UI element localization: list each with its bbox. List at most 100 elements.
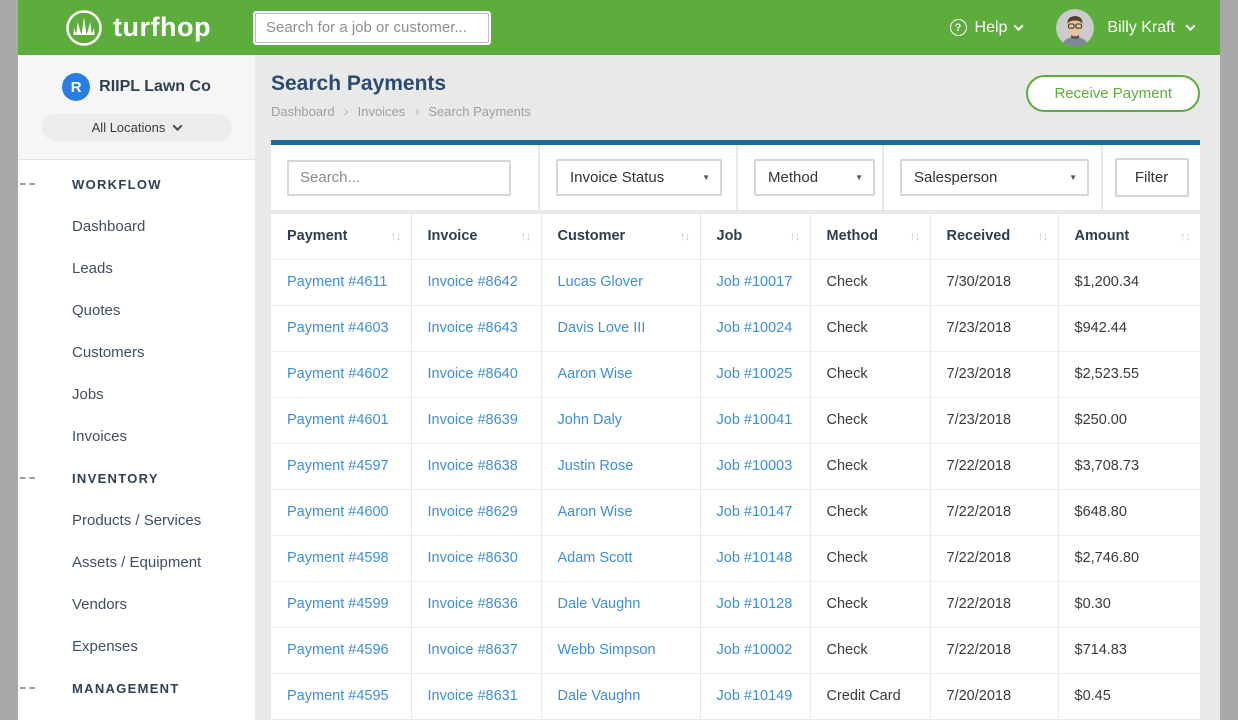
chevron-down-icon[interactable] — [1186, 21, 1196, 31]
customer-link[interactable]: Webb Simpson — [558, 642, 656, 658]
job-link[interactable]: Job #10128 — [717, 596, 793, 612]
column-header-invoice[interactable]: Invoice↑↓ — [411, 214, 541, 259]
table-row: Payment #4602 Invoice #8640 Aaron Wise Job … — [271, 351, 1200, 397]
sidebar-item-jobs[interactable]: Jobs — [18, 373, 255, 415]
job-link[interactable]: Job #10003 — [717, 458, 793, 474]
customer-link[interactable]: Adam Scott — [558, 550, 633, 566]
payment-link[interactable]: Payment #4595 — [287, 688, 389, 704]
table-cell: Check — [810, 259, 930, 305]
customer-link[interactable]: Aaron Wise — [558, 366, 633, 382]
job-link[interactable]: Job #10147 — [717, 504, 793, 520]
filter-button[interactable]: Filter — [1115, 158, 1189, 197]
table-row: Payment #4599 Invoice #8636 Dale Vaughn Job… — [271, 581, 1200, 627]
job-link[interactable]: Job #10025 — [717, 366, 793, 382]
sort-icon[interactable]: ↑↓ — [910, 229, 920, 243]
column-header-amount[interactable]: Amount↑↓ — [1058, 214, 1200, 259]
sort-icon[interactable]: ↑↓ — [790, 229, 800, 243]
help-menu[interactable]: ? Help — [950, 19, 1023, 37]
invoice-link[interactable]: Invoice #8638 — [428, 458, 518, 474]
payments-search-input[interactable] — [287, 160, 511, 196]
payment-link[interactable]: Payment #4599 — [287, 596, 389, 612]
sidebar-section-label: INVENTORY — [72, 471, 159, 486]
table-row: Payment #4597 Invoice #8638 Justin Rose Job… — [271, 443, 1200, 489]
table-cell: Aaron Wise — [541, 489, 700, 535]
sidebar-item-dashboard[interactable]: Dashboard — [18, 205, 255, 247]
sidebar-item-quotes[interactable]: Quotes — [18, 289, 255, 331]
sidebar-item-customers[interactable]: Customers — [18, 331, 255, 373]
customer-link[interactable]: Dale Vaughn — [558, 688, 641, 704]
column-header-inner: Payment↑↓ — [271, 228, 411, 244]
breadcrumb-item[interactable]: Invoices — [358, 104, 406, 119]
sort-icon[interactable]: ↑↓ — [1038, 229, 1048, 243]
invoice-link[interactable]: Invoice #8631 — [428, 688, 518, 704]
job-link[interactable]: Job #10002 — [717, 642, 793, 658]
user-avatar[interactable] — [1056, 9, 1094, 47]
column-header-inner: Job↑↓ — [701, 228, 810, 244]
customer-link[interactable]: Dale Vaughn — [558, 596, 641, 612]
table-cell: Payment #4599 — [271, 581, 411, 627]
customer-link[interactable]: Davis Love III — [558, 320, 646, 336]
sidebar-item-products-services[interactable]: Products / Services — [18, 499, 255, 541]
table-cell: Job #10147 — [700, 489, 810, 535]
salesperson-select[interactable]: Salesperson ▼ — [900, 159, 1089, 196]
turfhop-logo[interactable]: turfhop — [65, 9, 211, 47]
user-name[interactable]: Billy Kraft — [1107, 19, 1175, 37]
sort-icon[interactable]: ↑↓ — [391, 229, 401, 243]
sidebar-section-header: WORKFLOW — [18, 163, 255, 205]
column-header-payment[interactable]: Payment↑↓ — [271, 214, 411, 259]
payment-link[interactable]: Payment #4611 — [287, 274, 388, 290]
payment-link[interactable]: Payment #4597 — [287, 458, 389, 474]
customer-link[interactable]: Lucas Glover — [558, 274, 643, 290]
invoice-link[interactable]: Invoice #8643 — [428, 320, 518, 336]
column-header-received[interactable]: Received↑↓ — [930, 214, 1058, 259]
column-header-job[interactable]: Job↑↓ — [700, 214, 810, 259]
sort-icon[interactable]: ↑↓ — [680, 229, 690, 243]
sidebar-item-leads[interactable]: Leads — [18, 247, 255, 289]
payment-link[interactable]: Payment #4598 — [287, 550, 389, 566]
invoice-link[interactable]: Invoice #8639 — [428, 412, 518, 428]
sidebar-item-invoices[interactable]: Invoices — [18, 415, 255, 457]
invoice-link[interactable]: Invoice #8636 — [428, 596, 518, 612]
job-link[interactable]: Job #10148 — [717, 550, 793, 566]
invoice-link[interactable]: Invoice #8640 — [428, 366, 518, 382]
invoice-link[interactable]: Invoice #8637 — [428, 642, 518, 658]
invoice-link[interactable]: Invoice #8630 — [428, 550, 518, 566]
table-cell: $942.44 — [1058, 305, 1200, 351]
sidebar-item-assets-equipment[interactable]: Assets / Equipment — [18, 541, 255, 583]
job-link[interactable]: Job #10041 — [717, 412, 793, 428]
page-head-left: Search Payments Dashboard›Invoices›Searc… — [271, 72, 531, 119]
payment-link[interactable]: Payment #4602 — [287, 366, 389, 382]
sort-icon[interactable]: ↑↓ — [521, 229, 531, 243]
table-cell: Aaron Wise — [541, 351, 700, 397]
payment-link[interactable]: Payment #4600 — [287, 504, 389, 520]
invoice-link[interactable]: Invoice #8642 — [428, 274, 518, 290]
table-cell: Payment #4602 — [271, 351, 411, 397]
column-header-method[interactable]: Method↑↓ — [810, 214, 930, 259]
customer-link[interactable]: John Daly — [558, 412, 622, 428]
location-selector[interactable]: All Locations — [42, 114, 232, 141]
column-header-inner: Invoice↑↓ — [412, 228, 541, 244]
filter-button-cell: Filter — [1103, 145, 1200, 210]
table-cell: 7/22/2018 — [930, 443, 1058, 489]
sidebar-item-expenses[interactable]: Expenses — [18, 625, 255, 667]
invoice-status-select[interactable]: Invoice Status ▼ — [556, 159, 722, 196]
breadcrumb-item[interactable]: Search Payments — [428, 104, 531, 119]
column-header-customer[interactable]: Customer↑↓ — [541, 214, 700, 259]
job-link[interactable]: Job #10017 — [717, 274, 793, 290]
payment-link[interactable]: Payment #4601 — [287, 412, 389, 428]
breadcrumb: Dashboard›Invoices›Search Payments — [271, 104, 531, 119]
global-search-input[interactable] — [253, 11, 491, 45]
sidebar-item-vendors[interactable]: Vendors — [18, 583, 255, 625]
payment-link[interactable]: Payment #4603 — [287, 320, 389, 336]
method-select[interactable]: Method ▼ — [754, 159, 875, 196]
table-cell: Invoice #8630 — [411, 535, 541, 581]
job-link[interactable]: Job #10149 — [717, 688, 793, 704]
sort-icon[interactable]: ↑↓ — [1180, 229, 1190, 243]
customer-link[interactable]: Aaron Wise — [558, 504, 633, 520]
payment-link[interactable]: Payment #4596 — [287, 642, 389, 658]
receive-payment-button[interactable]: Receive Payment — [1026, 75, 1200, 112]
breadcrumb-item[interactable]: Dashboard — [271, 104, 335, 119]
invoice-link[interactable]: Invoice #8629 — [428, 504, 518, 520]
customer-link[interactable]: Justin Rose — [558, 458, 634, 474]
job-link[interactable]: Job #10024 — [717, 320, 793, 336]
